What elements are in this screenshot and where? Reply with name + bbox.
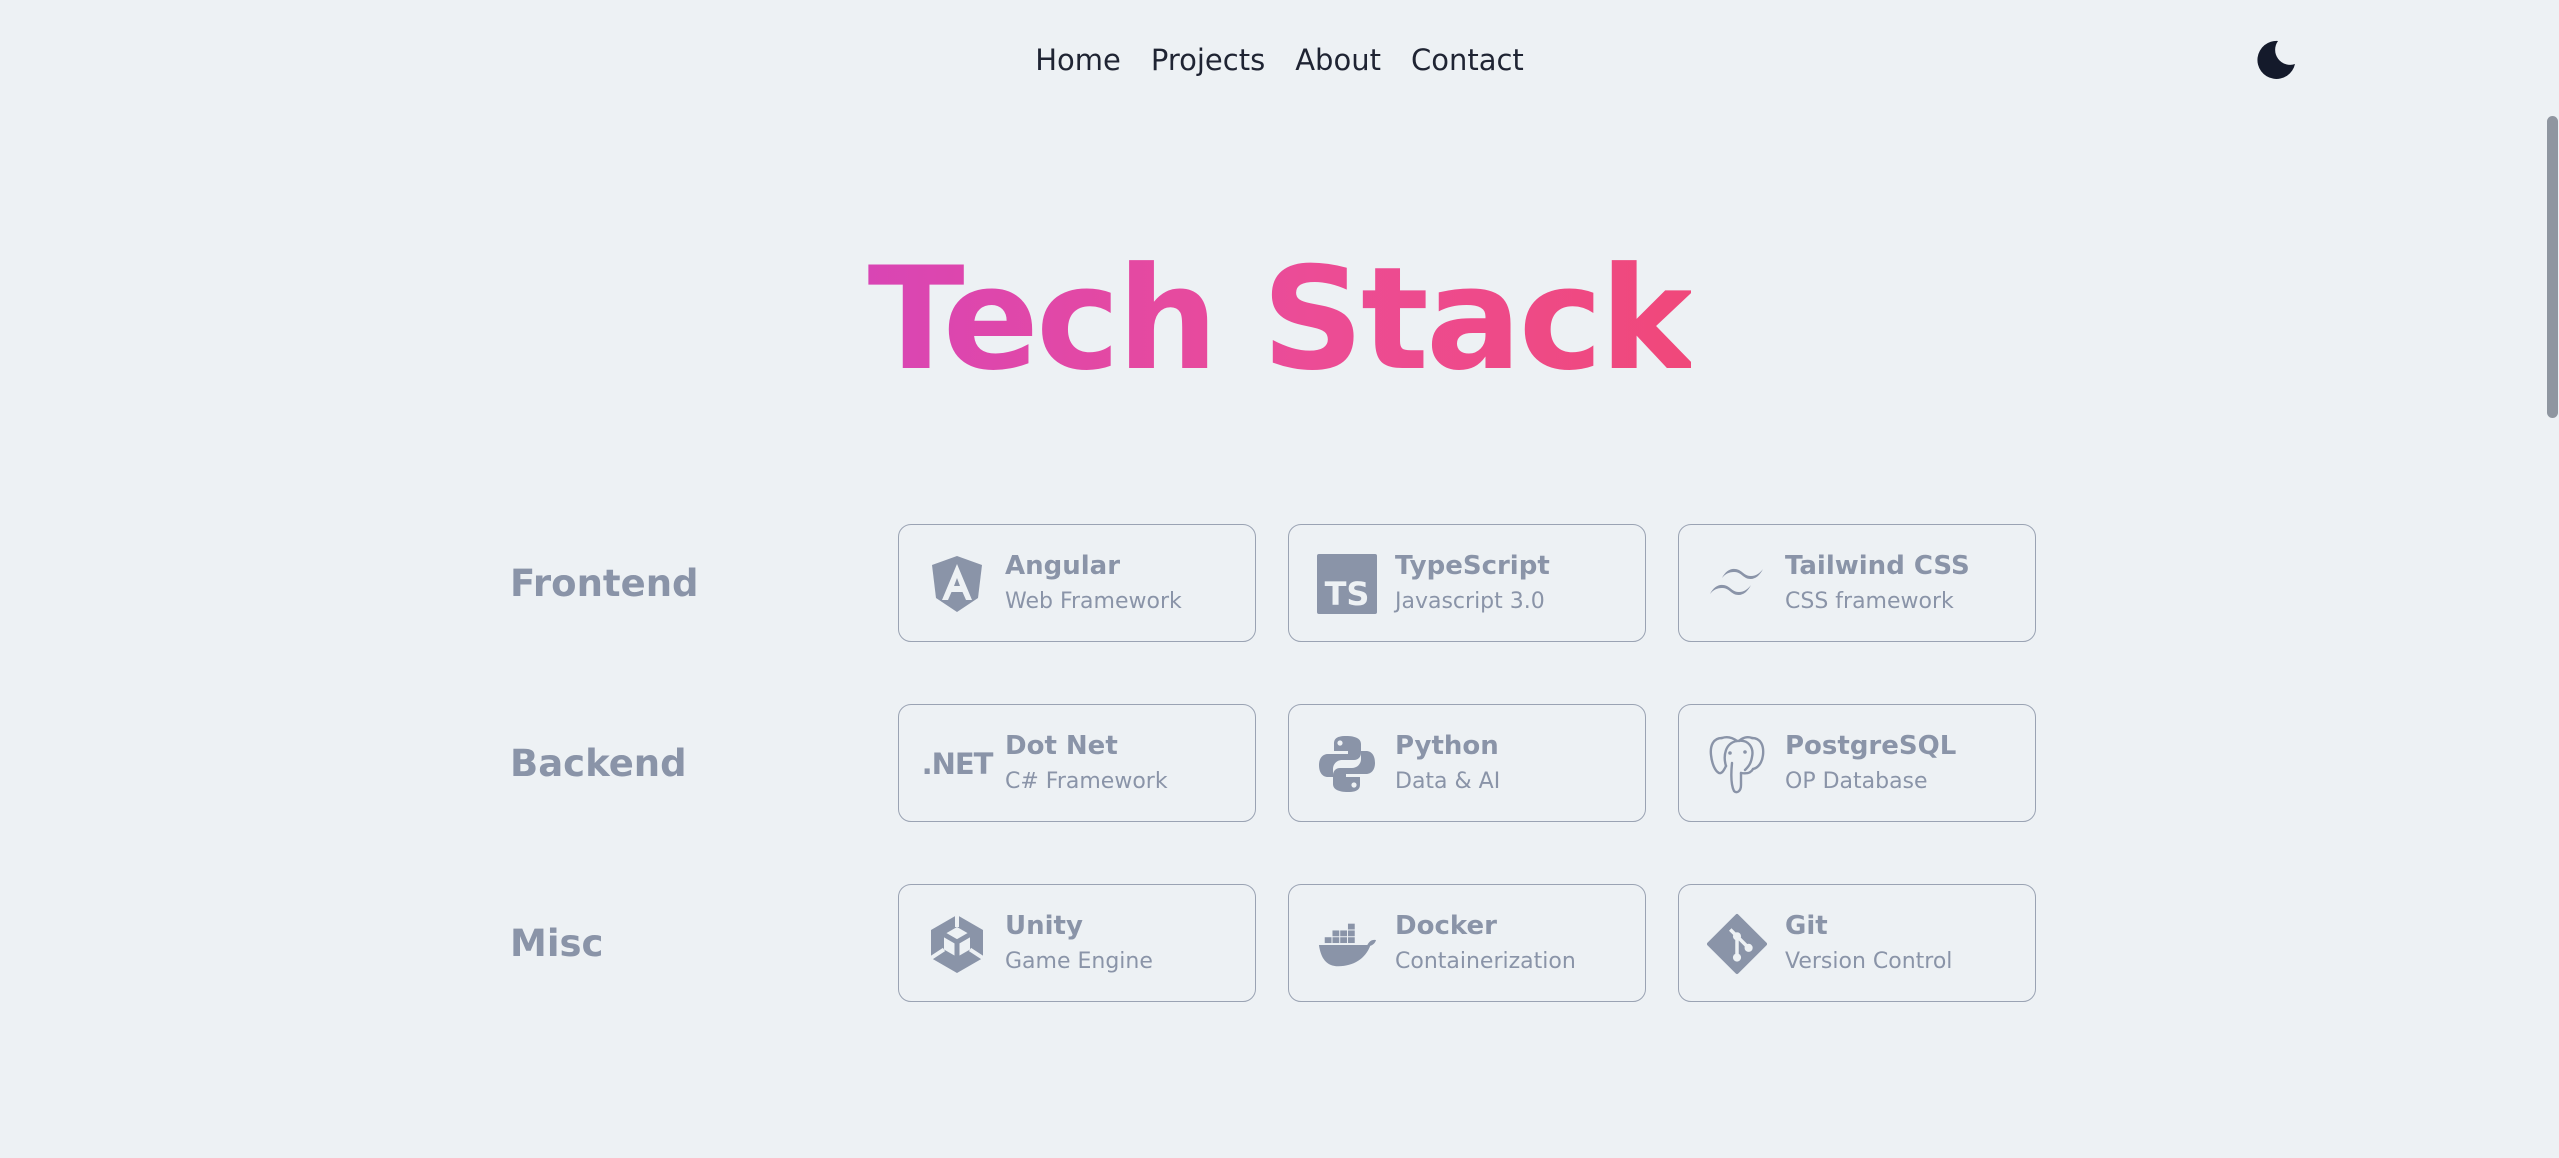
tech-card-docker[interactable]: Docker Containerization (1288, 884, 1646, 1002)
tech-name: Tailwind CSS (1785, 551, 1970, 581)
dotnet-icon: .NET (922, 734, 994, 794)
tech-name: Dot Net (1005, 731, 1118, 761)
tech-name: PostgreSQL (1785, 731, 1957, 761)
tech-card-tailwind[interactable]: Tailwind CSS CSS framework (1678, 524, 2036, 642)
python-icon (1317, 734, 1377, 794)
category-label-misc: Misc (510, 922, 604, 965)
category-label-frontend: Frontend (510, 562, 699, 605)
tech-name: Docker (1395, 911, 1497, 941)
page-title: Tech Stack (0, 240, 2559, 400)
top-nav: Home Projects About Contact (0, 36, 2559, 84)
typescript-icon: TS (1317, 554, 1377, 614)
tech-card-unity[interactable]: Unity Game Engine (898, 884, 1256, 1002)
tech-desc: Web Framework (1005, 589, 1182, 614)
tech-desc: Data & AI (1395, 769, 1501, 794)
tech-name: Unity (1005, 911, 1083, 941)
tech-name: TypeScript (1395, 551, 1550, 581)
nav-link-about[interactable]: About (1295, 43, 1381, 77)
tech-card-postgresql[interactable]: PostgreSQL OP Database (1678, 704, 2036, 822)
page: Home Projects About Contact Tech Stack F… (0, 0, 2559, 1158)
category-label-backend: Backend (510, 742, 687, 785)
nav-link-contact[interactable]: Contact (1411, 43, 1524, 77)
tech-desc: Javascript 3.0 (1395, 589, 1545, 614)
stack-row-frontend: Frontend Angular Web Framework TS TypeSc… (0, 524, 2559, 644)
moon-icon (2257, 40, 2295, 79)
tech-card-git[interactable]: Git Version Control (1678, 884, 2036, 1002)
tech-name: Python (1395, 731, 1499, 761)
tech-desc: Containerization (1395, 949, 1576, 974)
tech-card-typescript[interactable]: TS TypeScript Javascript 3.0 (1288, 524, 1646, 642)
theme-toggle-button[interactable] (2254, 38, 2298, 82)
unity-icon (927, 914, 987, 974)
svg-text:TS: TS (1325, 575, 1370, 613)
git-icon (1707, 914, 1767, 974)
tailwind-icon (1707, 554, 1767, 614)
nav-link-home[interactable]: Home (1035, 43, 1121, 77)
stack-row-misc: Misc Unity Game Engine Docker Containeri… (0, 884, 2559, 1004)
tech-card-python[interactable]: Python Data & AI (1288, 704, 1646, 822)
nav-links: Home Projects About Contact (1035, 43, 1524, 77)
postgresql-icon (1707, 734, 1767, 794)
nav-link-projects[interactable]: Projects (1151, 43, 1265, 77)
tech-desc: CSS framework (1785, 589, 1954, 614)
tech-desc: C# Framework (1005, 769, 1168, 794)
tech-name: Git (1785, 911, 1828, 941)
angular-icon (927, 554, 987, 614)
tech-desc: Game Engine (1005, 949, 1153, 974)
page-title-text: Tech Stack (867, 237, 1695, 402)
tech-desc: Version Control (1785, 949, 1953, 974)
tech-name: Angular (1005, 551, 1121, 581)
dotnet-icon-text: .NET (921, 747, 994, 781)
docker-icon (1317, 914, 1377, 974)
tech-card-dotnet[interactable]: .NET Dot Net C# Framework (898, 704, 1256, 822)
stack-row-backend: Backend .NET Dot Net C# Framework Python… (0, 704, 2559, 824)
tech-desc: OP Database (1785, 769, 1928, 794)
tech-card-angular[interactable]: Angular Web Framework (898, 524, 1256, 642)
